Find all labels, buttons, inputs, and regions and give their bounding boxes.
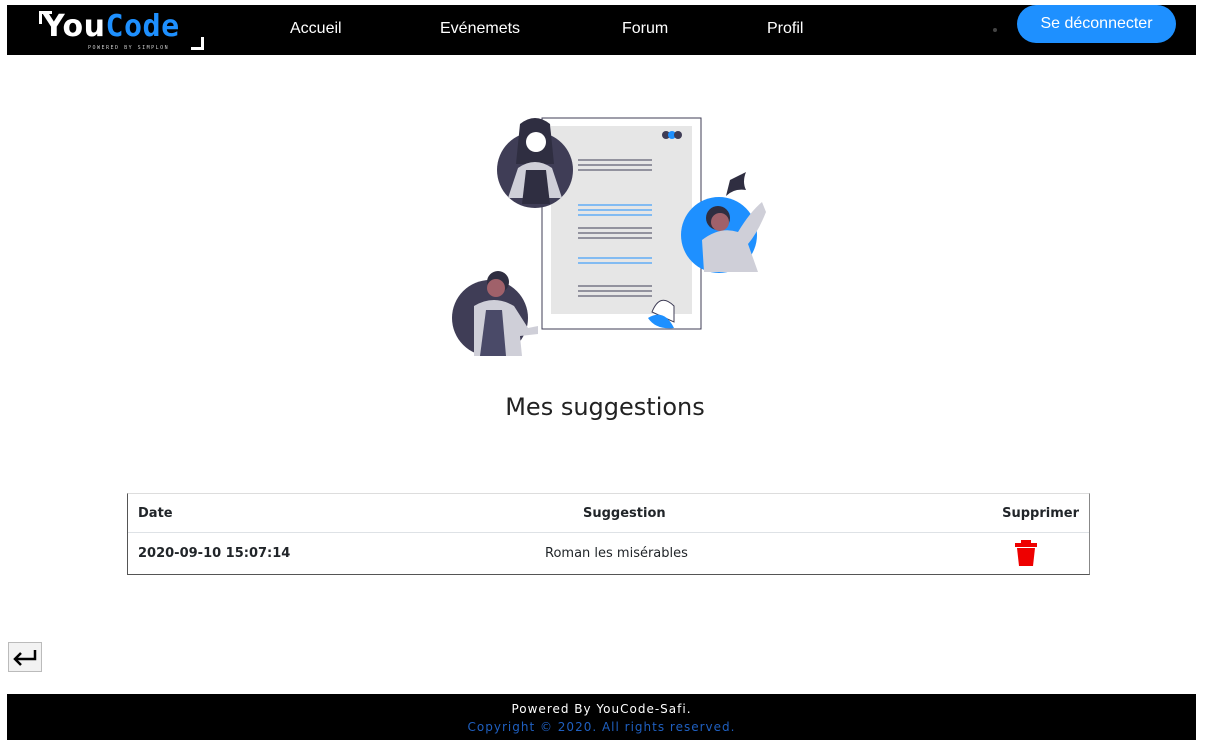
cell-suggestion: Roman les misérables bbox=[545, 546, 688, 561]
nav-dot bbox=[993, 28, 997, 32]
logo-powered: POWERED BY SIMPLON bbox=[88, 45, 170, 51]
table-row: 2020-09-10 15:07:14 Roman les misérables bbox=[128, 533, 1089, 575]
nav-profil[interactable]: Profil bbox=[767, 20, 803, 38]
footer-copyright: Copyright © 2020. All rights reserved. bbox=[467, 720, 736, 734]
suggestions-table: Date Suggestion Supprimer 2020-09-10 15:… bbox=[127, 493, 1090, 575]
trash-icon[interactable] bbox=[1015, 540, 1037, 566]
column-header-suggestion: Suggestion bbox=[535, 494, 883, 533]
nav-forum[interactable]: Forum bbox=[622, 20, 668, 38]
column-header-delete: Supprimer bbox=[882, 494, 1089, 533]
footer: Powered By YouCode-Safi. Copyright © 202… bbox=[7, 694, 1196, 740]
youcode-logo[interactable]: YouCode POWERED BY SIMPLON bbox=[37, 9, 207, 53]
nav-evenements[interactable]: Evénemets bbox=[440, 20, 520, 38]
nav-accueil[interactable]: Accueil bbox=[290, 20, 342, 38]
column-header-date: Date bbox=[128, 494, 535, 533]
back-arrow-icon bbox=[13, 650, 37, 666]
logo-text: YouCode bbox=[43, 9, 180, 44]
cell-delete bbox=[882, 533, 1089, 575]
suggestions-illustration bbox=[452, 117, 766, 356]
page-title: Mes suggestions bbox=[505, 393, 705, 421]
logo-corner-br bbox=[191, 37, 204, 50]
logout-button[interactable]: Se déconnecter bbox=[1017, 5, 1176, 43]
top-navbar: YouCode POWERED BY SIMPLON Accueil Evéne… bbox=[7, 5, 1196, 55]
cell-date: 2020-09-10 15:07:14 bbox=[138, 546, 291, 561]
table-header-row: Date Suggestion Supprimer bbox=[128, 494, 1089, 533]
footer-powered: Powered By YouCode-Safi. bbox=[511, 702, 692, 716]
back-button[interactable] bbox=[8, 642, 42, 672]
